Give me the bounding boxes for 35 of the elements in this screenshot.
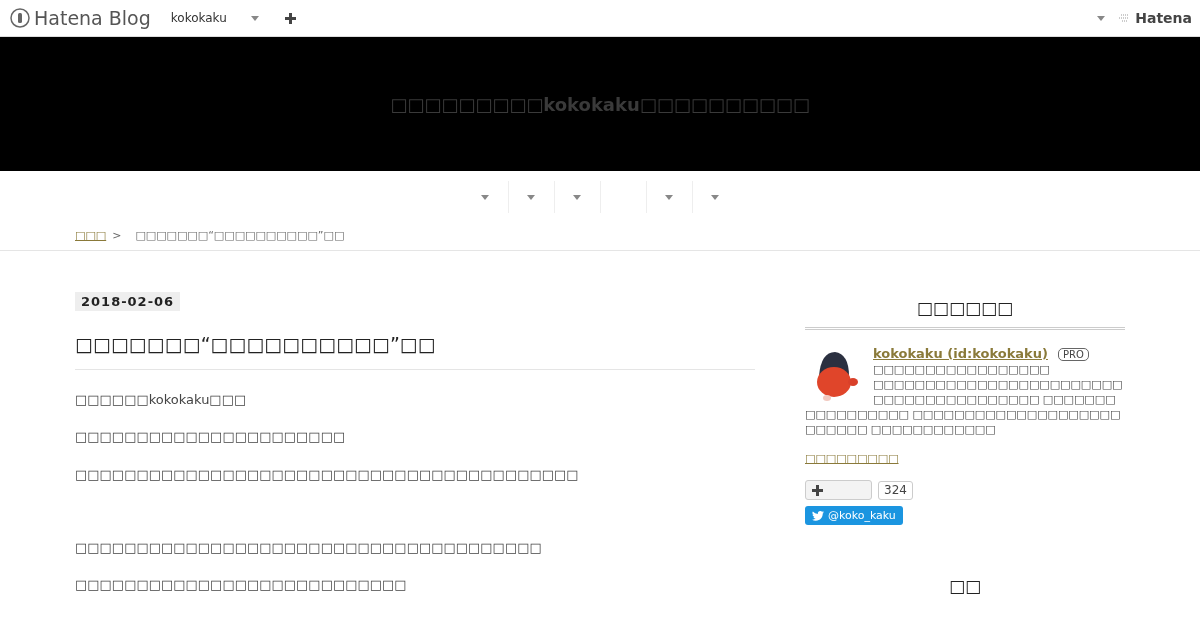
paragraph: □□□□□□□□□□□□□□□□□□□□□□□□□□□□□□□□□□□□□□: [75, 539, 543, 557]
paragraph: □□□□□□□□□□□□□□□□□□□□□□: [75, 429, 347, 447]
profile-description: □□□□□□□□□□□□□□□□□: [872, 362, 1051, 377]
follower-count: 324: [878, 480, 913, 500]
entry-title[interactable]: □□□□□□□“□□□□□□□□□□”□□: [75, 333, 755, 370]
profile-description: □□□□□□□□□□□□□□□□□□□□□□□□□□□□□□□□□□□□□□□□ □□□□□□□□□□□□□□□□□ □□□□□□□□□□□□□□□□□□□□□□□□□□ □□□□□□□□□□□□: [805, 377, 1124, 437]
caret-icon: [573, 194, 581, 200]
bird-icon: [812, 510, 824, 521]
plus-icon[interactable]: [284, 12, 296, 24]
caret-icon: [711, 194, 719, 200]
caret-icon: [1097, 15, 1106, 21]
pro-badge: PRO: [1057, 348, 1089, 361]
caret-icon: [527, 194, 535, 200]
sidebar-heading: □□□□□□: [805, 291, 1125, 330]
about-link[interactable]: □□□□□□□□□: [805, 452, 899, 465]
breadcrumb-separator: >: [112, 229, 122, 242]
hatena-blog-logo[interactable]: Hatena Blog: [10, 7, 151, 29]
entry-date[interactable]: 2018-02-06: [75, 292, 181, 311]
paragraph: □□□□□□kokokaku□□□: [75, 392, 248, 409]
pen-icon: [10, 8, 30, 28]
blog-name[interactable]: kokokaku: [170, 11, 251, 25]
breadcrumb-current: □□□□□□□“□□□□□□□□□□”□□: [135, 229, 345, 242]
logo-text: Hatena Blog: [34, 7, 151, 29]
caret-icon: [250, 15, 259, 21]
sidebar-heading: □□: [947, 575, 983, 597]
follow-button[interactable]: [805, 480, 872, 500]
paragraph: □□□□□□□□□□□□□□□□□□□□□□□□□□□: [75, 577, 408, 595]
breadcrumb-link[interactable]: □□□: [75, 229, 107, 242]
profile-name[interactable]: kokokaku (id:kokokaku): [873, 346, 1048, 361]
caret-icon: [481, 194, 489, 200]
brand-text: Hatena: [1135, 10, 1192, 26]
hatena-logo[interactable]: Hatena: [1119, 10, 1192, 26]
caret-icon: [665, 194, 673, 200]
plus-icon: [812, 484, 823, 496]
paragraph: □□□□□□□□□□□□□□□□□□□□□□□□□□□□□□□□□□□□□□□□□: [75, 466, 580, 484]
